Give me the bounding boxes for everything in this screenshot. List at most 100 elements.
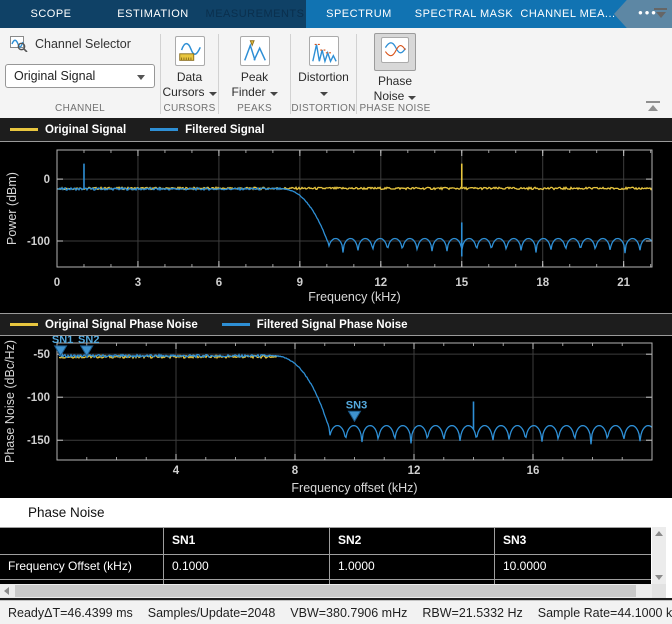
legend-line-sample: [10, 323, 38, 326]
phase-noise-button[interactable]: Phase Noise: [357, 33, 433, 104]
power-spectrum-chart[interactable]: 0369121518210-100Frequency (kHz)Power (d…: [0, 142, 672, 307]
legend-label: Filtered Signal Phase Noise: [257, 319, 408, 331]
table-header-row: SN1 SN2 SN3: [0, 528, 651, 555]
tab-measurements[interactable]: MEASUREMENTS: [204, 0, 306, 28]
tab-group-main: SCOPE ESTIMATION MEASUREMENTS: [0, 0, 306, 28]
status-delta-t: ΔT=46.4399 ms: [44, 606, 133, 620]
scroll-down-arrow-icon[interactable]: [655, 575, 663, 580]
phase-noise-table: SN1 SN2 SN3 Frequency Offset (kHz) 0.100…: [0, 527, 651, 586]
scroll-up-arrow-icon[interactable]: [655, 531, 663, 536]
peak-finder-label-line1: Peak: [219, 70, 290, 85]
svg-text:12: 12: [374, 277, 387, 289]
ribbon-group-peaks: Peak Finder PEAKS: [219, 28, 290, 118]
ribbon: Channel Selector Original Signal CHANNEL…: [0, 28, 672, 118]
distortion-button[interactable]: Distortion: [291, 36, 356, 100]
scrollbar-thumb[interactable]: [15, 585, 636, 597]
svg-text:Frequency (kHz): Frequency (kHz): [308, 290, 400, 304]
group-label-channel: CHANNEL: [0, 103, 160, 114]
legend-line-sample: [150, 128, 178, 131]
svg-text:18: 18: [536, 277, 549, 289]
svg-text:-100: -100: [27, 236, 50, 248]
status-trigger-icon[interactable]: [654, 8, 667, 17]
ribbon-group-channel: Channel Selector Original Signal CHANNEL: [0, 28, 160, 118]
svg-text:Frequency offset (kHz): Frequency offset (kHz): [291, 481, 417, 495]
legend-item-original-signal[interactable]: Original Signal: [10, 124, 126, 136]
data-cursors-button[interactable]: Data Cursors: [161, 36, 218, 100]
svg-text:12: 12: [408, 465, 421, 477]
channel-selector-icon: [10, 36, 28, 52]
svg-text:9: 9: [297, 277, 303, 289]
svg-text:21: 21: [617, 277, 630, 289]
svg-text:0: 0: [44, 174, 50, 186]
svg-text:Phase Noise (dBc/Hz): Phase Noise (dBc/Hz): [3, 340, 17, 463]
status-bar: Ready ΔT=46.4399 ms Samples/Update=2048 …: [0, 600, 672, 624]
svg-text:SN1: SN1: [52, 336, 73, 346]
svg-text:-150: -150: [27, 435, 50, 447]
phase-noise-label-line1: Phase: [357, 74, 433, 89]
chevron-down-icon: [270, 92, 278, 96]
toolstrip-tabbar: SCOPE ESTIMATION MEASUREMENTS SPECTRUM S…: [0, 0, 672, 28]
table-vertical-scrollbar[interactable]: [652, 527, 666, 584]
tab-scope[interactable]: SCOPE: [0, 0, 102, 28]
peak-finder-label-line2: Finder: [231, 85, 265, 99]
ribbon-group-cursors: Data Cursors CURSORS: [161, 28, 218, 118]
collapse-ribbon-button[interactable]: [646, 101, 660, 111]
table-header-empty: [0, 528, 164, 554]
row-label: Frequency Offset (kHz): [0, 555, 164, 579]
legend-item-filtered-signal[interactable]: Filtered Signal: [150, 124, 264, 136]
channel-select-dropdown[interactable]: Original Signal: [5, 64, 155, 88]
cell-sn1-value[interactable]: 0.1000: [164, 555, 330, 579]
chevron-down-icon: [320, 92, 328, 96]
svg-text:-100: -100: [27, 392, 50, 404]
table-horizontal-scrollbar[interactable]: [0, 584, 666, 598]
panel-title: Phase Noise: [28, 498, 105, 527]
svg-text:8: 8: [292, 465, 299, 477]
data-cursors-icon: [175, 36, 205, 66]
phase-noise-chart[interactable]: 481216-50-100-150Frequency offset (kHz)P…: [0, 336, 672, 498]
phase-noise-icon: [381, 37, 409, 63]
phase-noise-legend: Original Signal Phase Noise Filtered Sig…: [0, 313, 672, 336]
svg-text:16: 16: [527, 465, 540, 477]
distortion-icon: [309, 36, 339, 66]
legend-line-sample: [10, 128, 38, 131]
svg-text:0: 0: [54, 277, 60, 289]
channel-select-value: Original Signal: [14, 69, 95, 83]
tab-channel-measurements[interactable]: CHANNEL MEA...: [516, 0, 620, 28]
phase-noise-panel: Phase Noise SN1 SN2 SN3 Frequency Offset…: [0, 498, 672, 598]
status-sample-rate: Sample Rate=44.1000 kHz: [538, 606, 672, 620]
svg-text:3: 3: [135, 277, 141, 289]
status-samples-update: Samples/Update=2048: [148, 606, 276, 620]
table-row[interactable]: Frequency Offset (kHz) 0.1000 1.0000 10.…: [0, 555, 651, 580]
svg-text:Power (dBm): Power (dBm): [5, 172, 19, 245]
tab-estimation[interactable]: ESTIMATION: [102, 0, 204, 28]
chevron-down-icon: [137, 75, 145, 80]
table-header-sn3: SN3: [495, 528, 651, 554]
legend-line-sample: [222, 323, 250, 326]
peak-finder-icon: [240, 36, 270, 66]
ribbon-group-phase-noise: Phase Noise PHASE NOISE: [357, 28, 433, 118]
svg-text:4: 4: [173, 465, 180, 477]
svg-text:SN3: SN3: [346, 399, 367, 411]
ribbon-group-distortion: Distortion DISTORTION: [291, 28, 356, 118]
cell-sn2-value[interactable]: 1.0000: [330, 555, 495, 579]
chevron-down-icon: [408, 96, 416, 100]
chevron-down-icon: [209, 92, 217, 96]
status-vbw: VBW=380.7906 mHz: [290, 606, 407, 620]
legend-label: Original Signal: [45, 124, 126, 136]
group-label-cursors: CURSORS: [161, 103, 218, 114]
peak-finder-button[interactable]: Peak Finder: [219, 36, 290, 100]
table-header-sn2: SN2: [330, 528, 495, 554]
data-cursors-label-line1: Data: [161, 70, 218, 85]
spectrum-analyzer-window: SCOPE ESTIMATION MEASUREMENTS SPECTRUM S…: [0, 0, 672, 624]
group-label-peaks: PEAKS: [219, 103, 290, 114]
legend-item-filtered-phase-noise[interactable]: Filtered Signal Phase Noise: [222, 319, 408, 331]
legend-label: Original Signal Phase Noise: [45, 319, 198, 331]
cell-sn3-value[interactable]: 10.0000: [495, 555, 651, 579]
tab-spectral-mask[interactable]: SPECTRAL MASK: [412, 0, 516, 28]
scroll-left-arrow-icon[interactable]: [4, 587, 9, 595]
legend-item-original-phase-noise[interactable]: Original Signal Phase Noise: [10, 319, 198, 331]
tab-spectrum[interactable]: SPECTRUM: [306, 0, 412, 28]
group-label-phase-noise: PHASE NOISE: [357, 103, 433, 114]
table-header-sn1: SN1: [164, 528, 330, 554]
svg-text:SN2: SN2: [78, 336, 99, 346]
